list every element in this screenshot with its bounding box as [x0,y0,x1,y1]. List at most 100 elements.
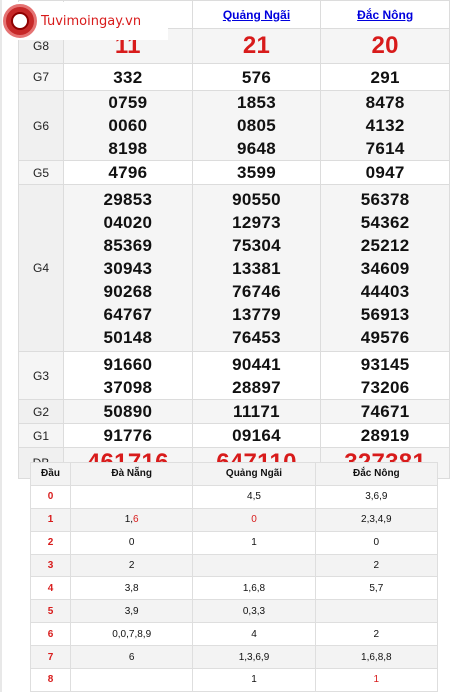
prize-number: 91660 [103,354,153,374]
loto-digits: 1,3,6,9 [238,651,270,663]
prize-number: 8478 [365,93,405,112]
loto-cell: 0,0,7,8,9 [69,622,194,647]
loto-row: 5 3,9 0,3,3 [30,599,439,624]
prize-row-g5: G5 4796 3599 0947 [18,160,450,185]
prize-row-g4: G4 29853 04020 85369 30943 90268 64767 50148 905… [18,184,450,352]
loto-cell: 3,9 [69,599,194,624]
prize-number: 4796 [108,163,148,182]
loto-digits: 3,8 [124,582,139,594]
loto-digits: 0,3,3 [242,605,266,617]
loto-digits: 1,6,8 [242,582,266,594]
prize-number: 85369 [103,235,153,255]
prize-cell: 3599 [191,160,322,185]
prize-number: 76746 [232,281,281,301]
prize-number: 04020 [103,212,153,232]
prize-label: G3 [18,351,64,400]
prize-cell: 291 [320,63,450,91]
loto-cell: 1,6 [69,507,194,532]
prize-number: 20 [371,32,399,59]
prize-number: 13381 [232,258,281,278]
loto-cell: 2 [314,622,439,647]
prize-number: 54362 [360,212,410,232]
loto-row: 7 6 1,3,6,9 1,6,8,8 [30,645,439,670]
prize-cell: 93145 73206 [320,351,450,400]
prize-cell: 0947 [320,160,450,185]
loto-digits: 1,6,8,8 [361,651,392,663]
province-header-dac-nong[interactable]: Đắc Nông [320,0,450,29]
prize-row-g2: G2 50890 11171 74671 [18,399,450,424]
loto-digits: 6 [133,514,139,526]
prize-number: 3599 [236,163,276,182]
prize-number: 25212 [360,235,410,255]
loto-digits: 0 [373,537,380,549]
prize-number: 91776 [103,426,153,445]
prize-number: 21 [242,32,271,59]
loto-cell: 4 [192,622,316,647]
prize-number: 34609 [360,258,410,278]
loto-row: 4 3,8 1,6,8 5,7 [30,576,439,601]
prize-number: 332 [113,67,143,87]
loto-cell: 2 [69,553,194,578]
lottery-results-table: Đà Nẵng Quảng Ngãi Đắc Nông G8112120G733… [18,0,450,479]
prize-row-g6: G6 0759 0060 8198 1853 0805 9648 8478 4132 7614 [18,90,450,161]
prize-number: 7614 [365,139,405,158]
loto-row: 6 0,0,7,8,9 4 2 [30,622,439,647]
page-left-border [0,0,2,692]
logo-emblem-icon [3,4,37,38]
logo-text: Tuvimoingay.vn [41,13,142,29]
prize-cell: 56378 54362 25212 34609 44403 56913 49576 [320,184,450,352]
loto-digits: 2 [373,628,380,640]
prize-number: 50890 [103,402,153,421]
prize-number: 4132 [365,116,405,135]
loto-cell: 1 [192,668,316,692]
loto-digits: 6 [128,651,135,663]
loto-digits: 0,0,7,8,9 [112,628,152,640]
loto-digits: 3,9 [124,605,139,617]
loto-digits: 2 [373,560,380,571]
loto-row: 1 1,6 0 2,3,4,9 [30,507,439,532]
loto-digits: 2,3,4,9 [361,514,392,526]
prize-label: G7 [18,63,64,91]
loto-cell [69,484,194,509]
loto-dau: 2 [30,530,71,555]
prize-label: G2 [18,399,64,424]
prize-number: 28897 [232,377,281,397]
prize-label: G1 [18,423,64,448]
prize-number: 93145 [360,354,410,374]
prize-label: G6 [18,90,64,161]
prize-number: 09164 [232,426,281,445]
loto-cell: 0,3,3 [192,599,316,624]
loto-header-da-nang: Đà Nẵng [69,462,194,486]
loto-dau: 5 [30,599,71,624]
loto-row: 8 1 1 [30,668,439,692]
loto-cell: 1,3,6,9 [192,645,316,670]
prize-number: 74671 [360,402,410,421]
prize-row-g1: G1 91776 09164 28919 [18,423,450,448]
loto-cell: 3,8 [69,576,194,601]
prize-number: 0947 [365,163,405,182]
loto-digits: 2 [128,560,135,571]
loto-dau: 0 [30,484,71,509]
province-header-quang-ngai[interactable]: Quảng Ngãi [191,0,322,29]
prize-number: 0759 [108,93,148,112]
loto-dau: 6 [30,622,71,647]
loto-cell: 1 [192,530,316,555]
loto-header-quang-ngai: Quảng Ngãi [192,462,316,486]
loto-digits: 4 [251,628,257,640]
loto-cell: 2,3,4,9 [314,507,439,532]
loto-digits: 4,5 [247,491,261,503]
prize-cell: 91660 37098 [63,351,193,400]
prize-cell: 0759 0060 8198 [63,90,193,161]
site-logo[interactable]: Tuvimoingay.vn [3,2,168,40]
prize-cell: 90441 28897 [191,351,322,400]
prize-number: 8198 [108,139,148,158]
prize-number: 44403 [360,281,410,301]
loto-cell [314,599,439,624]
loto-digits: 1 [373,674,380,686]
prize-number: 37098 [103,377,153,397]
prize-cell: 09164 [191,423,322,448]
prize-number: 90268 [103,281,153,301]
prize-number: 11171 [233,402,280,421]
loto-cell: 0 [314,530,439,555]
loto-cell: 1,6,8 [192,576,316,601]
